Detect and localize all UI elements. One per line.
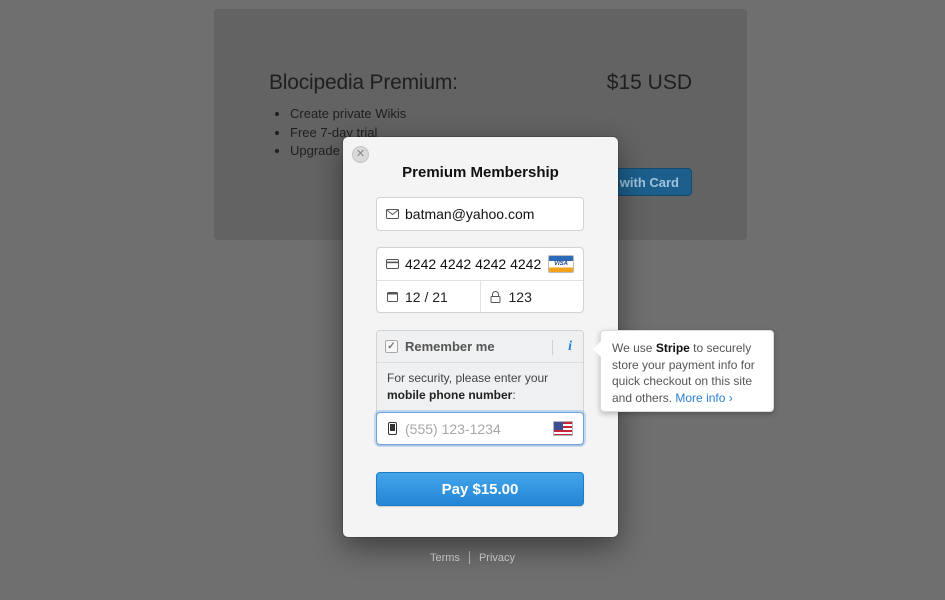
modal-title: Premium Membership [402,164,559,181]
footer: Terms Privacy [0,551,945,564]
checkout-modal: ✕ Premium Membership batman@yahoo.com 42… [343,137,618,537]
expiry-value: 12 / 21 [405,288,448,305]
calendar-icon [385,290,399,304]
more-info-link[interactable]: More info › [675,391,732,405]
card-number-value: 4242 4242 4242 4242 [405,256,542,272]
email-field[interactable]: batman@yahoo.com [376,197,584,231]
card-number-field[interactable]: 4242 4242 4242 4242 VISA [377,248,583,280]
remember-me-tooltip: We use Stripe to securely store your pay… [593,330,774,412]
security-text: For security, please enter your mobile p… [387,371,549,402]
stripe-brand: Stripe [655,341,690,355]
phone-input[interactable] [405,420,545,437]
mobile-phone-icon [385,422,399,436]
expiry-field[interactable]: 12 / 21 [377,281,480,312]
feature-item: Create private Wikis [290,105,406,124]
credit-card-icon [385,257,399,271]
cvc-field[interactable]: 123 [479,281,584,312]
us-flag-icon[interactable] [553,421,573,436]
envelope-icon [385,207,399,221]
email-value: batman@yahoo.com [405,206,535,222]
close-icon[interactable]: ✕ [352,146,369,163]
security-text-emphasis: mobile phone number [387,388,513,402]
plan-price: $15 USD [606,71,692,94]
remember-me-label: Remember me [405,339,495,354]
phone-field[interactable] [376,412,584,445]
terms-link[interactable]: Terms [421,552,469,564]
info-icon[interactable]: i [568,339,572,355]
plan-title: Blocipedia Premium: [269,71,458,94]
lock-icon [489,290,503,304]
cvc-value: 123 [508,288,532,305]
info-divider [552,340,553,355]
chevron-right-icon: › [728,390,733,405]
pay-button[interactable]: Pay $15.00 [376,472,584,506]
visa-card-icon: VISA [548,255,574,273]
remember-me-checkbox[interactable]: ✓ [385,340,398,353]
card-details-group: 4242 4242 4242 4242 VISA 12 / 21 123 [376,247,584,313]
privacy-link[interactable]: Privacy [470,552,524,564]
